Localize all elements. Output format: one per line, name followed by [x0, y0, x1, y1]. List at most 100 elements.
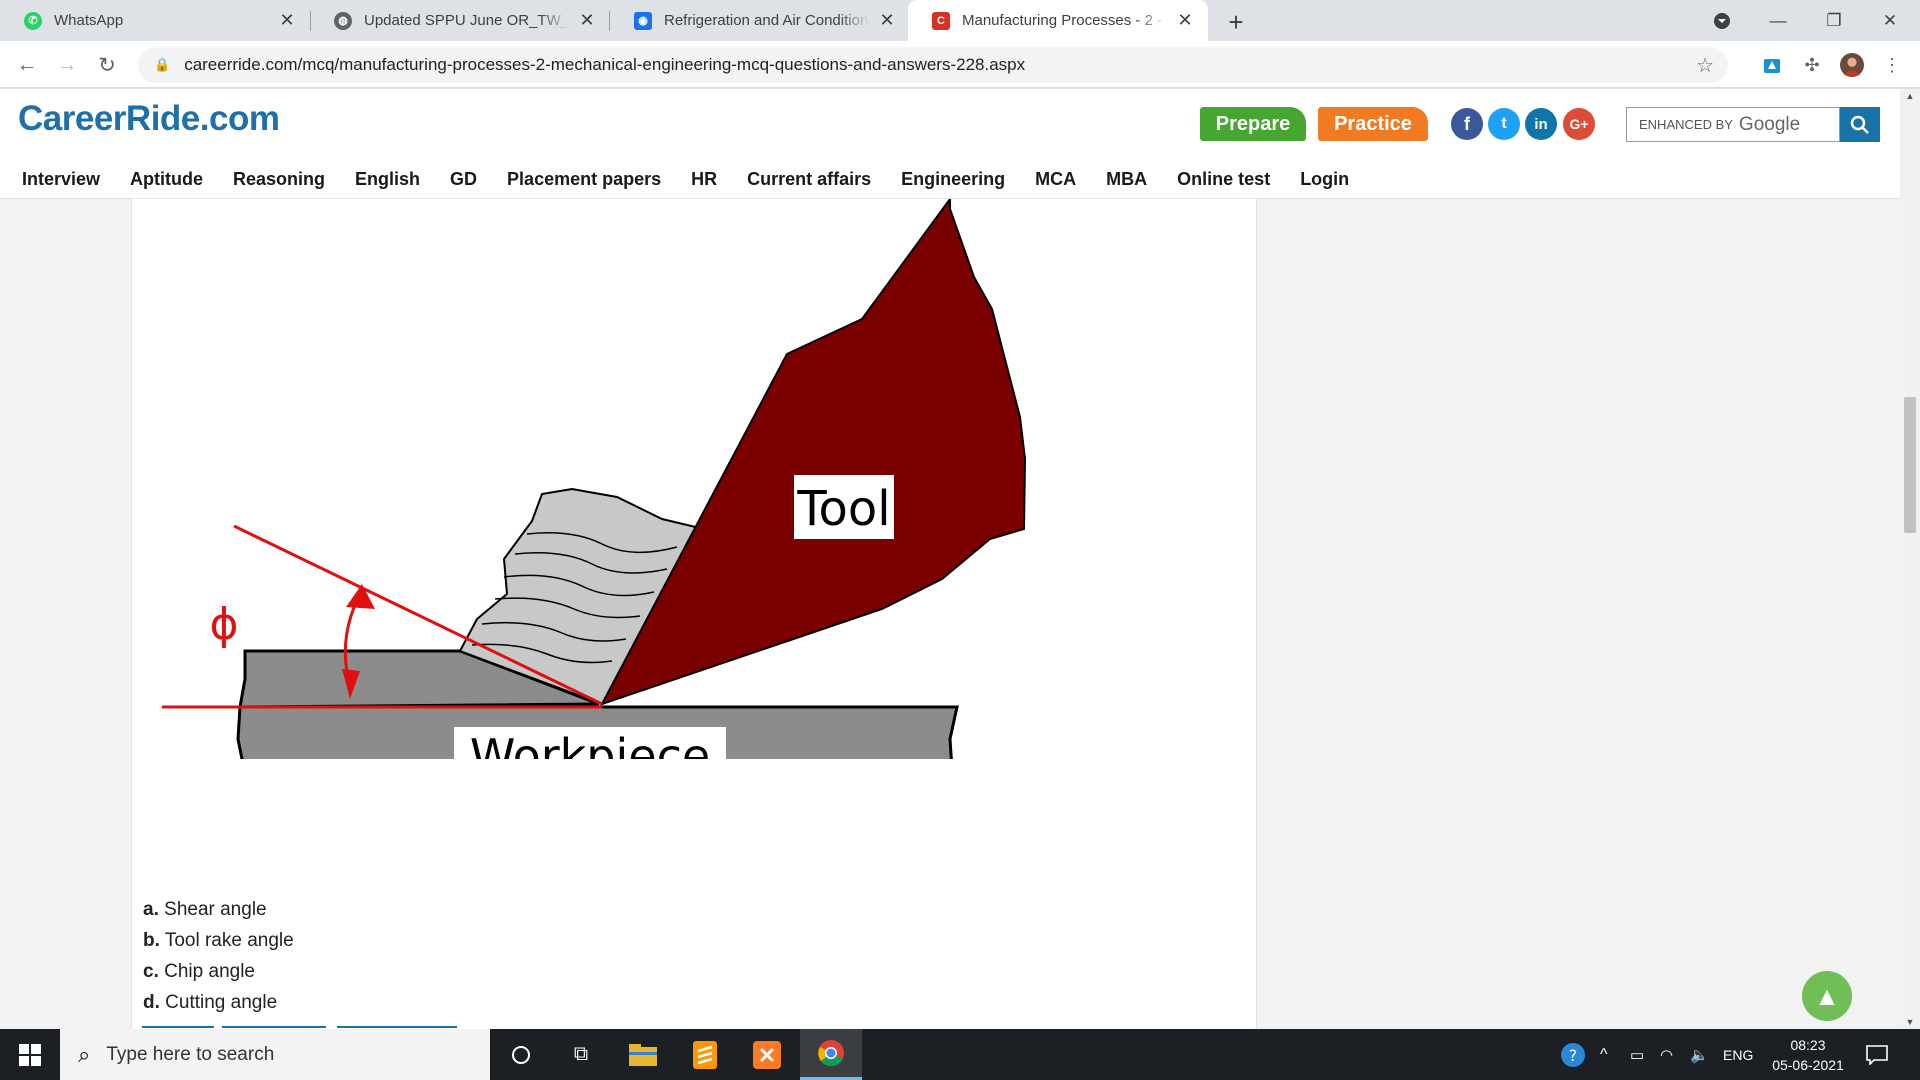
scroll-down-icon[interactable]: ▼: [1900, 1017, 1920, 1027]
main-nav: Interview Aptitude Reasoning English GD …: [0, 159, 1364, 199]
menu-icon[interactable]: ⋮: [1880, 53, 1904, 77]
close-tab-icon[interactable]: ✕: [878, 10, 896, 31]
tab-refrigeration[interactable]: ◉ Refrigeration and Air Conditionin ✕: [610, 0, 910, 41]
prepare-button[interactable]: Prepare: [1200, 107, 1306, 141]
workpiece-label: Workpiece: [470, 729, 710, 759]
task-view-icon[interactable]: ⧉: [550, 1029, 612, 1080]
option-c[interactable]: c. Chip angle: [143, 956, 294, 987]
lock-icon[interactable]: 🔒: [154, 57, 170, 73]
windows-start-icon[interactable]: [0, 1029, 60, 1080]
site-header: CareerRide.com Prepare Practice f t in G…: [0, 89, 1900, 199]
person-icon: ◉: [634, 11, 652, 30]
tool-label: Tool: [796, 481, 890, 537]
help-icon[interactable]: ?: [1560, 1029, 1586, 1080]
search-hint: ENHANCED BY: [1639, 117, 1733, 132]
chrome-icon[interactable]: [800, 1029, 862, 1080]
site-logo[interactable]: CareerRide.com: [18, 99, 280, 139]
tab-title: WhatsApp: [54, 12, 124, 29]
nav-reasoning[interactable]: Reasoning: [218, 169, 340, 190]
windows-taskbar: ⌕ Type here to search ⧉ ? ^ ▭ ◠ 🔈 ENG 08…: [0, 1029, 1920, 1080]
reload-icon[interactable]: ↻: [91, 49, 123, 81]
nav-gd[interactable]: GD: [435, 169, 492, 190]
nav-engineering[interactable]: Engineering: [886, 169, 1020, 190]
practice-button[interactable]: Practice: [1318, 107, 1428, 141]
page-scrollbar[interactable]: ▲ ▼: [1900, 89, 1920, 1029]
volume-icon[interactable]: 🔈: [1690, 1029, 1709, 1080]
new-tab-icon[interactable]: +: [1222, 7, 1250, 38]
google-text: Google: [1738, 113, 1801, 135]
svg-text:?: ?: [1569, 1046, 1578, 1065]
close-window-icon[interactable]: ✕: [1862, 0, 1918, 41]
nav-placement-papers[interactable]: Placement papers: [492, 169, 676, 190]
battery-icon[interactable]: ▭: [1630, 1029, 1644, 1080]
tab-strip: ✆ WhatsApp ✕ ◍ Updated SPPU June OR_TW_P…: [0, 0, 1920, 41]
google-search-input[interactable]: ENHANCED BY Google: [1626, 107, 1840, 142]
scroll-to-top-button[interactable]: ▲: [1802, 971, 1852, 1021]
tab-title: Refrigeration and Air Conditionin: [664, 12, 870, 29]
scroll-up-icon[interactable]: ▲: [1900, 91, 1920, 101]
browser-toolbar: ← → ↻ 🔒 careerride.com/mcq/manufacturing…: [0, 41, 1920, 88]
sublime-text-icon[interactable]: [674, 1029, 736, 1080]
phi-label: ϕ: [209, 599, 238, 650]
bookmark-star-icon[interactable]: ☆: [1696, 53, 1714, 78]
twitter-icon[interactable]: t: [1488, 108, 1520, 140]
option-d[interactable]: d. Cutting angle: [143, 987, 294, 1018]
restore-icon[interactable]: ❐: [1806, 0, 1862, 41]
taskbar-search-placeholder: Type here to search: [106, 1043, 275, 1065]
whatsapp-icon: ✆: [24, 11, 42, 30]
cutting-diagram: Tool Workpiece ϕ: [162, 199, 1027, 759]
option-a[interactable]: a. Shear angle: [143, 894, 294, 925]
taskbar-search-input[interactable]: ⌕ Type here to search: [60, 1029, 490, 1080]
language-indicator[interactable]: ENG: [1723, 1029, 1753, 1080]
tab-whatsapp[interactable]: ✆ WhatsApp ✕: [0, 0, 310, 41]
address-bar[interactable]: 🔒 careerride.com/mcq/manufacturing-proce…: [138, 47, 1728, 83]
forward-icon[interactable]: →: [51, 49, 83, 81]
scrollbar-thumb[interactable]: [1904, 397, 1916, 533]
tab-title: Manufacturing Processes - 2 - M: [962, 12, 1168, 29]
web-page: CareerRide.com Prepare Practice f t in G…: [0, 89, 1900, 1029]
back-icon[interactable]: ←: [11, 49, 43, 81]
xampp-icon[interactable]: [736, 1029, 798, 1080]
tab-search-icon[interactable]: [1694, 0, 1750, 41]
close-tab-icon[interactable]: ✕: [578, 10, 596, 31]
nav-current-affairs[interactable]: Current affairs: [732, 169, 886, 190]
tab-title: Updated SPPU June OR_TW_PR e: [364, 12, 570, 29]
tab-sppu[interactable]: ◍ Updated SPPU June OR_TW_PR e ✕: [310, 0, 610, 41]
answer-options: a. Shear angle b. Tool rake angle c. Chi…: [143, 894, 294, 1018]
nav-interview[interactable]: Interview: [0, 169, 115, 190]
extension-icon[interactable]: [1760, 53, 1784, 77]
file-explorer-icon[interactable]: [612, 1029, 674, 1080]
question-content: Tool Workpiece ϕ a. Shear angle b. Tool …: [131, 199, 1257, 1029]
puzzle-icon[interactable]: ✣: [1800, 53, 1824, 77]
nav-mca[interactable]: MCA: [1020, 169, 1091, 190]
nav-mba[interactable]: MBA: [1091, 169, 1162, 190]
nav-online-test[interactable]: Online test: [1162, 169, 1285, 190]
url-text[interactable]: careerride.com/mcq/manufacturing-process…: [184, 55, 1025, 75]
search-icon: ⌕: [78, 1041, 91, 1067]
nav-login[interactable]: Login: [1285, 169, 1364, 190]
tool-shape: [599, 199, 1027, 706]
option-b[interactable]: b. Tool rake angle: [143, 925, 294, 956]
careerride-icon: C: [932, 11, 950, 30]
clock[interactable]: 08:23 05-06-2021: [1760, 1035, 1856, 1075]
linkedin-icon[interactable]: in: [1525, 108, 1557, 140]
wifi-icon[interactable]: ◠: [1660, 1029, 1673, 1080]
google-plus-icon[interactable]: G+: [1563, 108, 1595, 140]
nav-english[interactable]: English: [340, 169, 435, 190]
cortana-icon[interactable]: [490, 1029, 552, 1080]
show-hidden-icons-icon[interactable]: ^: [1600, 1029, 1608, 1080]
search-button[interactable]: [1840, 107, 1880, 142]
angle-arrow-up: [346, 584, 375, 609]
nav-aptitude[interactable]: Aptitude: [115, 169, 218, 190]
close-tab-icon[interactable]: ✕: [278, 10, 296, 31]
avatar[interactable]: [1840, 53, 1864, 77]
notifications-icon[interactable]: [1866, 1029, 1888, 1080]
close-tab-icon[interactable]: ✕: [1176, 10, 1194, 31]
search-icon: [1850, 115, 1869, 134]
minimize-icon[interactable]: —: [1750, 0, 1806, 41]
clock-time: 08:23: [1790, 1037, 1826, 1053]
clock-date: 05-06-2021: [1772, 1057, 1844, 1073]
tab-manufacturing[interactable]: C Manufacturing Processes - 2 - M ✕: [908, 0, 1208, 41]
nav-hr[interactable]: HR: [676, 169, 732, 190]
facebook-icon[interactable]: f: [1451, 108, 1483, 140]
